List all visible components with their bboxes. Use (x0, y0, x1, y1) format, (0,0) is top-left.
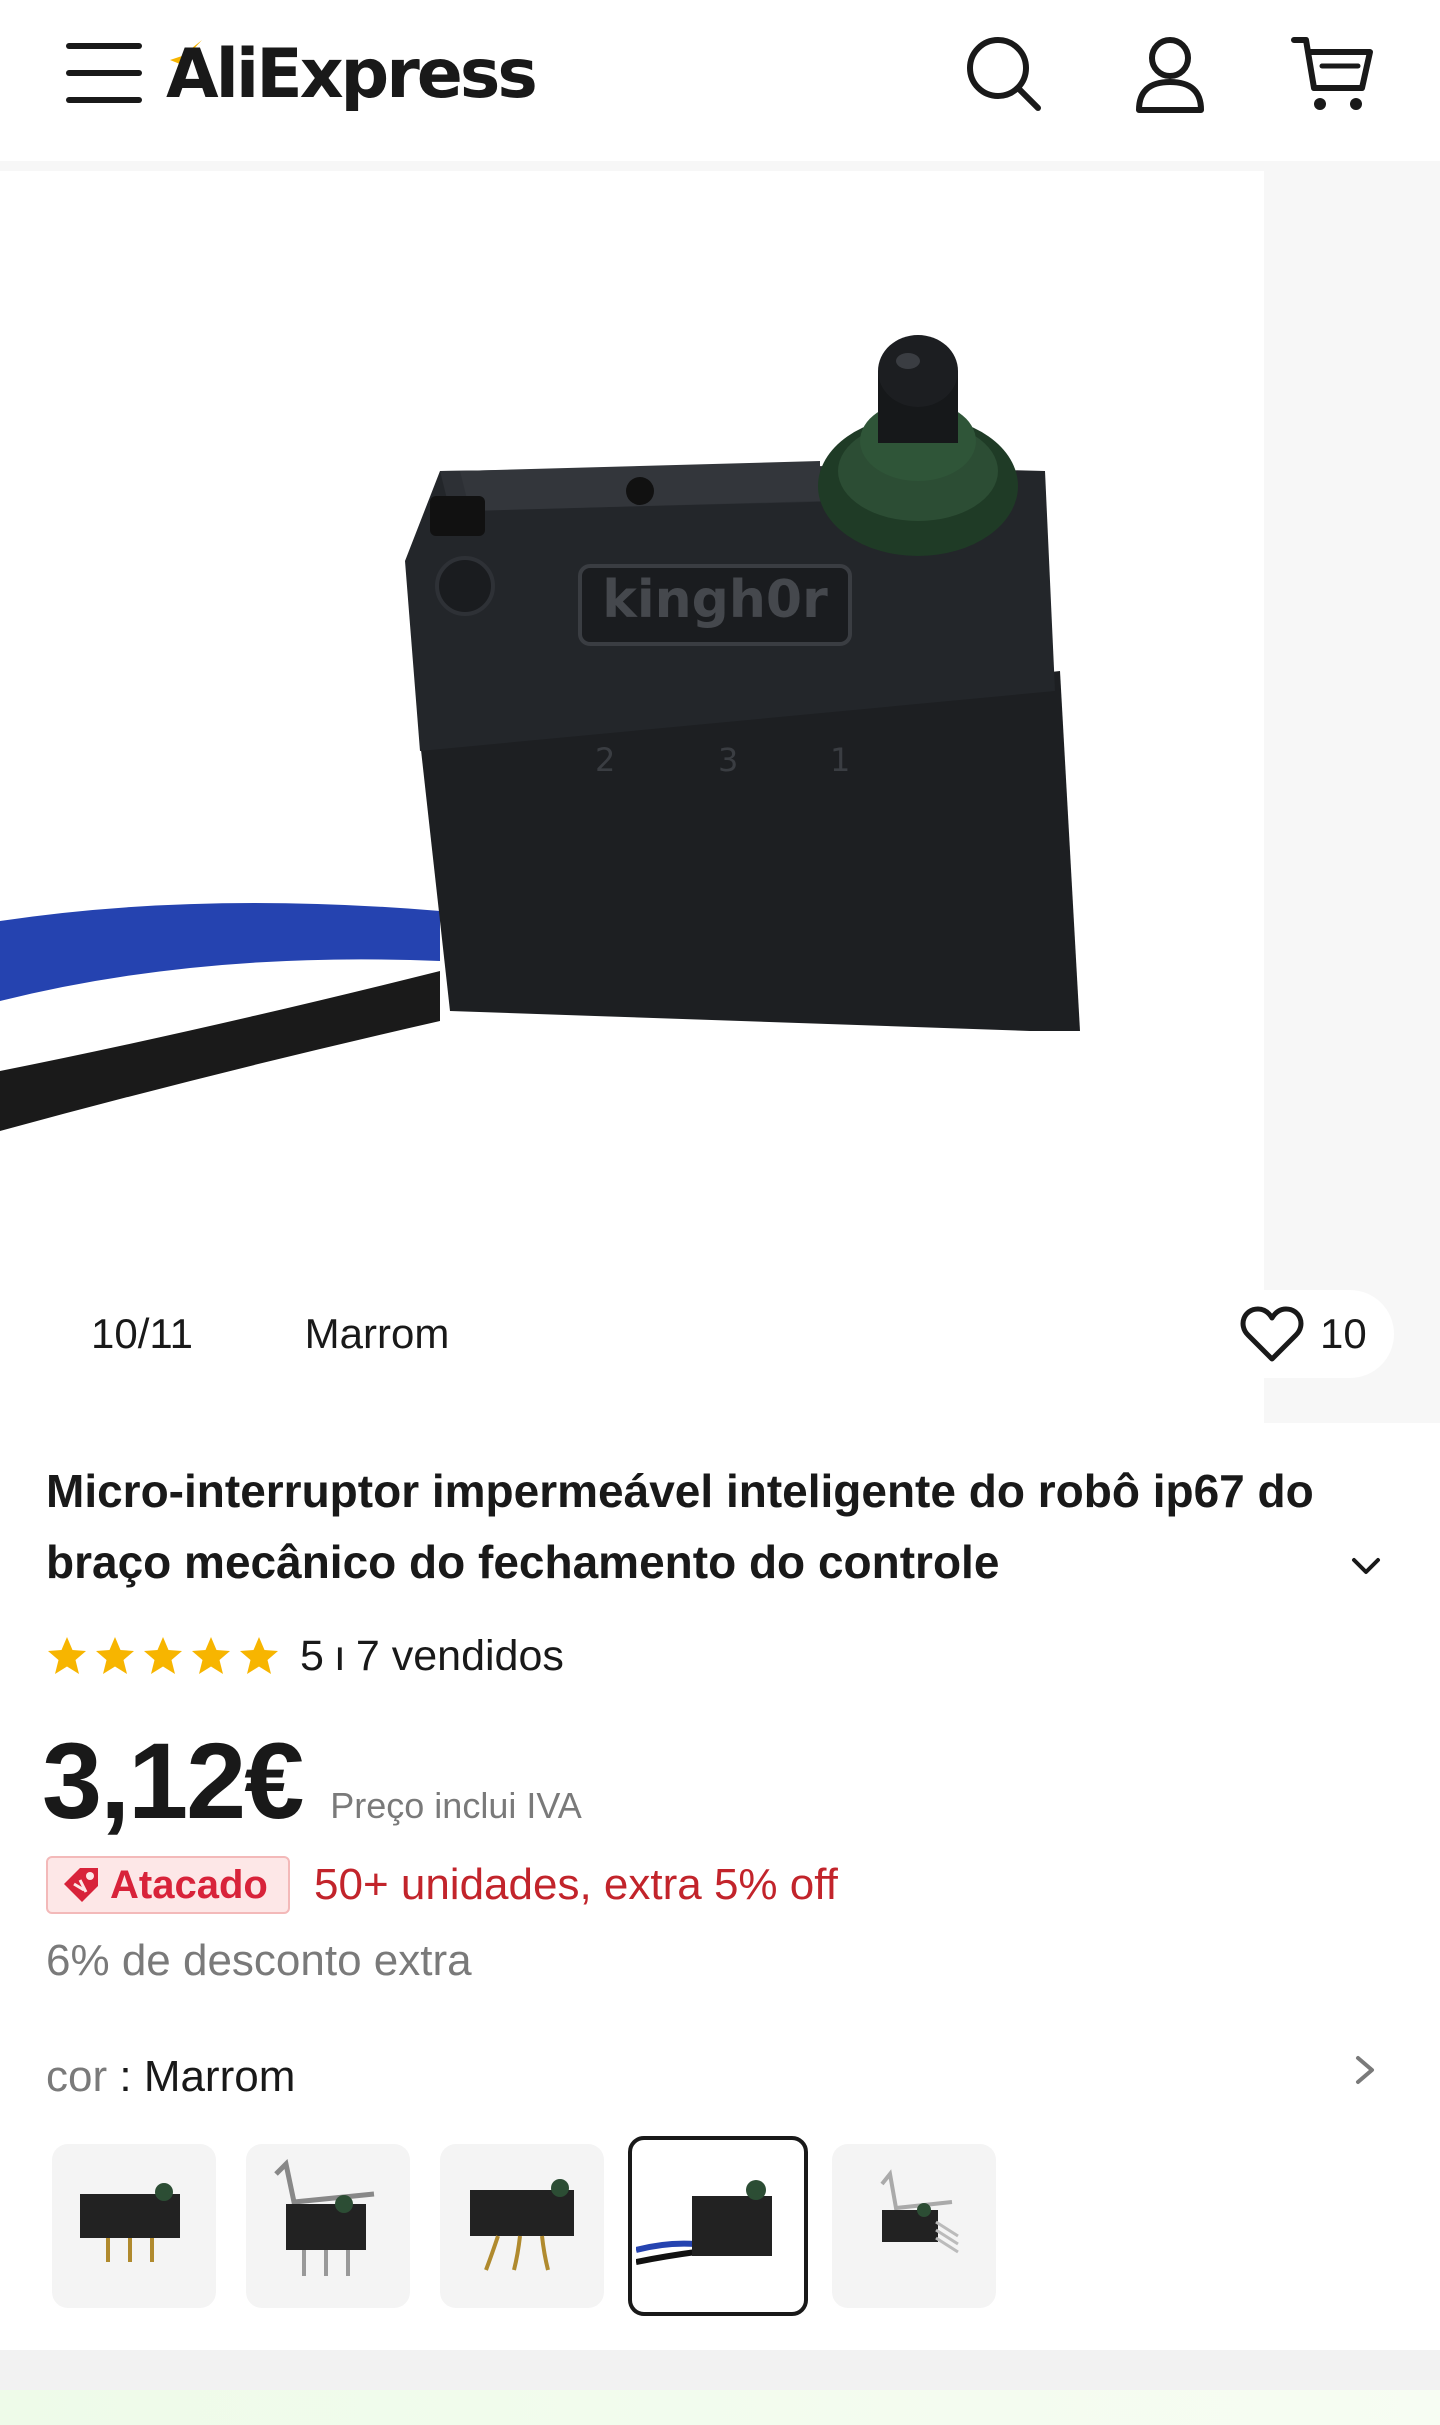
next-product-image[interactable] (1264, 171, 1440, 1423)
product-brand-marking: kingh0r (602, 570, 828, 630)
color-selector-row[interactable]: cor : Marrom (46, 2052, 295, 2102)
star-icon (240, 1637, 278, 1674)
switch-cable-thumbnail (636, 2180, 772, 2265)
menu-icon[interactable] (66, 43, 144, 103)
svg-text:3: 3 (718, 741, 738, 779)
color-swatch-5[interactable] (832, 2144, 996, 2308)
switch-roller-thumbnail (880, 2169, 959, 2254)
rating-row[interactable]: 5 ı 7 vendidos (46, 1628, 564, 1684)
sold-count: 7 vendidos (355, 1631, 564, 1680)
heart-icon (1240, 1306, 1304, 1362)
rating-stars (46, 1635, 286, 1677)
star-icon (144, 1637, 182, 1674)
chevron-right-icon[interactable] (1350, 2050, 1380, 2090)
color-value: Marrom (143, 2052, 296, 2101)
color-swatch-3[interactable] (440, 2144, 604, 2308)
price-row: 3,12€ Preço inclui IVA (42, 1718, 582, 1843)
cart-icon[interactable] (1288, 28, 1378, 118)
search-icon[interactable] (958, 28, 1048, 118)
wishlist-button[interactable]: 10 (1212, 1290, 1394, 1378)
logo-text: AliExpress (166, 34, 538, 114)
star-icon (96, 1637, 134, 1674)
wishlist-count: 10 (1320, 1310, 1367, 1357)
tax-note: Preço inclui IVA (330, 1785, 582, 1826)
wholesale-badge: Atacado (46, 1856, 290, 1914)
rating-separator: ı (333, 1631, 346, 1680)
account-icon[interactable] (1125, 28, 1215, 118)
price-tag-icon (64, 1868, 98, 1902)
rating-value: 5 (300, 1631, 324, 1680)
wholesale-text: 50+ unidades, extra 5% off (314, 1860, 838, 1909)
product-image[interactable]: kingh0r 2 3 1 (0, 171, 1248, 1423)
aliexpress-logo[interactable]: AliExpress (166, 28, 538, 120)
switch-lever-thumbnail (274, 2158, 375, 2276)
product-price: 3,12€ (42, 1720, 304, 1841)
extra-discount: 6% de desconto extra (46, 1936, 472, 1985)
product-photo-micro-switch: kingh0r 2 3 1 (0, 335, 1080, 1131)
color-swatch-2[interactable] (246, 2144, 410, 2308)
star-icon (192, 1637, 230, 1674)
product-title: Micro-interruptor impermeável inteligent… (46, 1465, 1314, 1588)
wholesale-badge-label: Atacado (110, 1862, 268, 1907)
color-label: cor (46, 2052, 108, 2101)
switch-thumbnail (80, 2183, 180, 2262)
color-swatch-1[interactable] (52, 2144, 216, 2308)
color-swatches (52, 2136, 1026, 2316)
next-section-band (0, 2390, 1440, 2425)
svg-text:1: 1 (830, 741, 850, 779)
top-header: AliExpress (0, 0, 1440, 161)
image-counter: 10/11 (46, 1290, 238, 1378)
slide-divider (1248, 171, 1264, 1423)
section-divider (0, 2350, 1440, 2390)
image-color-label: Marrom (254, 1290, 500, 1378)
product-gallery[interactable]: kingh0r 2 3 1 10/11 Marrom 10 (0, 161, 1440, 1423)
wholesale-promo[interactable]: Atacado 50+ unidades, extra 5% off (46, 1856, 838, 1914)
star-icon (48, 1637, 86, 1674)
chevron-down-icon[interactable] (1344, 1544, 1388, 1588)
svg-text:2: 2 (595, 741, 615, 779)
switch-wire-thumbnail (470, 2179, 574, 2271)
color-swatch-4-selected[interactable] (628, 2136, 808, 2316)
